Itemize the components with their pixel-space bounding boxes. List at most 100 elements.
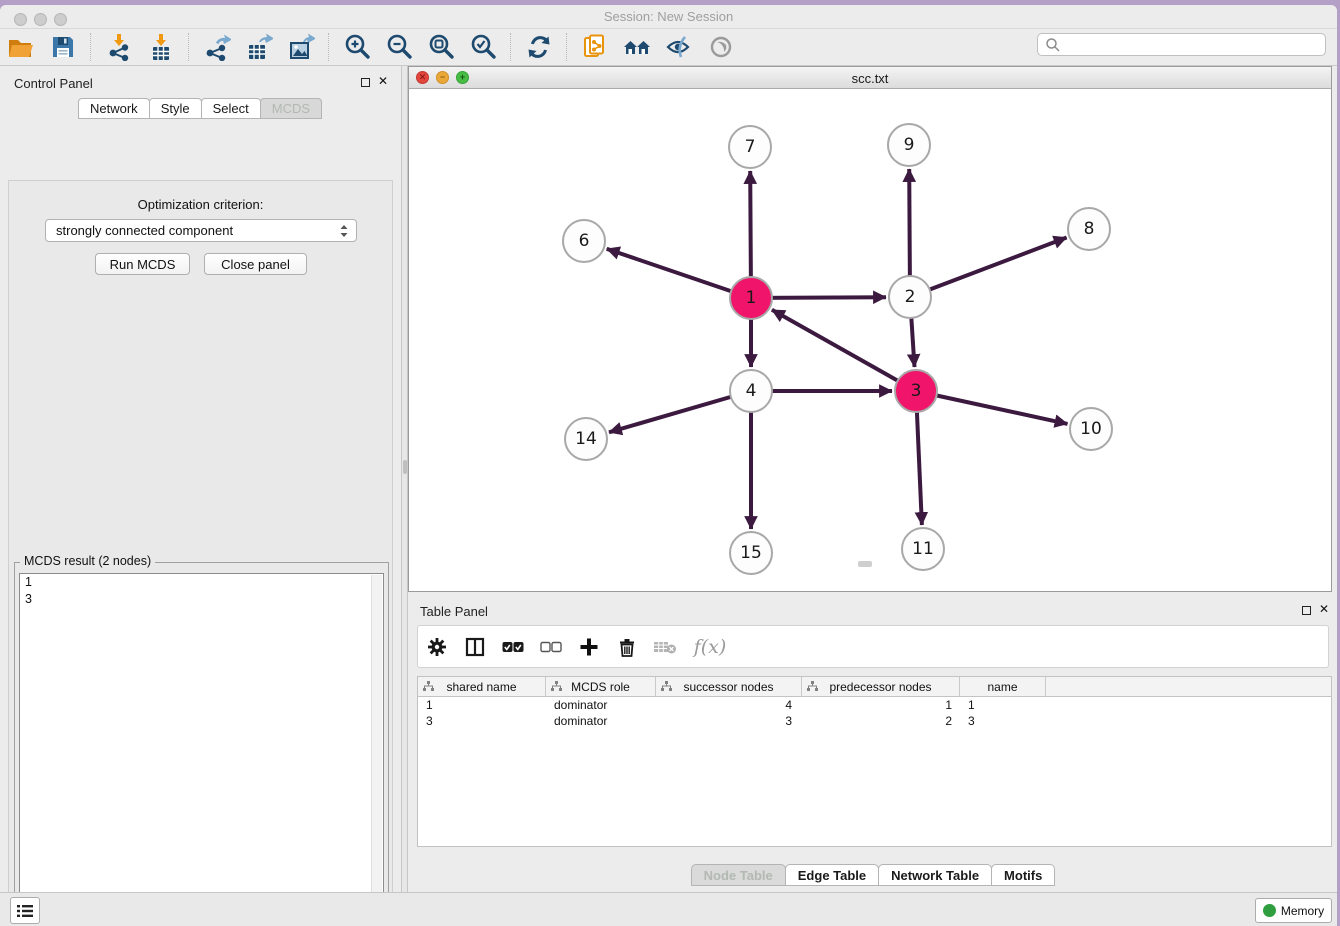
column-header-mcds-role[interactable]: MCDS role [546, 677, 656, 696]
graph-edge-3-1[interactable] [772, 310, 916, 391]
result-scrollbar[interactable] [371, 575, 382, 926]
clone-network-button[interactable] [580, 32, 610, 62]
zoom-selected-button[interactable] [468, 32, 498, 62]
column-header-predecessor-nodes[interactable]: predecessor nodes [802, 677, 960, 696]
table-settings-button[interactable] [424, 634, 450, 660]
horizontal-splitter-grip[interactable] [858, 561, 872, 567]
open-folder-icon [7, 33, 35, 61]
tab-motifs[interactable]: Motifs [991, 864, 1055, 886]
deselect-all-rows-button[interactable] [538, 634, 564, 660]
tab-node-table[interactable]: Node Table [691, 864, 786, 886]
export-network-button[interactable] [202, 32, 232, 62]
export-table-icon [245, 33, 273, 61]
refresh-button[interactable] [524, 32, 554, 62]
cell-successor-nodes: 4 [656, 698, 802, 712]
splitter-grip[interactable] [403, 460, 407, 474]
table-row[interactable]: 3 dominator 3 2 3 [418, 713, 1331, 729]
column-header-successor-nodes[interactable]: successor nodes [656, 677, 802, 696]
save-floppy-icon [50, 34, 76, 60]
table-row[interactable]: 1 dominator 4 1 1 [418, 697, 1331, 713]
toolbar-separator [188, 33, 190, 61]
column-header-shared-name[interactable]: shared name [418, 677, 546, 696]
run-mcds-button[interactable]: Run MCDS [95, 253, 190, 275]
column-visibility-button[interactable] [462, 634, 488, 660]
export-table-button[interactable] [244, 32, 274, 62]
gear-icon [427, 637, 447, 657]
mcds-result-group: MCDS result (2 nodes) 1 3 [14, 562, 389, 926]
mcds-result-list[interactable]: 1 3 [19, 573, 384, 926]
tree-icon [661, 681, 672, 692]
tab-network-table[interactable]: Network Table [878, 864, 992, 886]
delete-table-button[interactable] [652, 634, 678, 660]
memory-button[interactable]: Memory [1255, 898, 1332, 923]
cell-successor-nodes: 3 [656, 714, 802, 728]
export-image-button[interactable] [286, 32, 316, 62]
graph-edge-3-10[interactable] [916, 391, 1068, 424]
clone-network-icon [581, 33, 609, 61]
column-label: name [987, 680, 1017, 694]
cell-shared-name: 3 [418, 714, 546, 728]
close-panel-button[interactable]: Close panel [204, 253, 307, 275]
eye-slash-icon [665, 34, 693, 60]
graph-node-label-3: 3 [911, 381, 922, 401]
function-builder-button[interactable]: f(x) [690, 634, 730, 660]
graph-edge-2-8[interactable] [910, 238, 1067, 298]
close-panel-icon[interactable]: ✕ [378, 77, 388, 86]
tab-edge-table[interactable]: Edge Table [785, 864, 879, 886]
unchecked-boxes-icon [540, 641, 562, 653]
network-canvas[interactable]: 7968124314101511 [410, 89, 1331, 591]
task-history-button[interactable] [10, 897, 40, 924]
create-column-button[interactable] [576, 634, 602, 660]
column-label: shared name [446, 680, 516, 694]
graph-node-label-14: 14 [575, 429, 597, 449]
column-label: MCDS role [571, 680, 630, 694]
toolbar-separator [566, 33, 568, 61]
zoom-in-button[interactable] [342, 32, 372, 62]
float-panel-icon[interactable] [361, 78, 370, 87]
table-tabs: Node Table Edge Table Network Table Moti… [408, 864, 1337, 886]
graph-node-label-11: 11 [912, 539, 934, 559]
eye-icon [707, 34, 735, 60]
search-input[interactable] [1037, 33, 1326, 56]
graph-edge-4-14[interactable] [609, 391, 751, 432]
columns-icon [465, 637, 485, 657]
tab-mcds[interactable]: MCDS [260, 98, 322, 119]
save-session-button[interactable] [48, 32, 78, 62]
criterion-dropdown[interactable]: strongly connected component [45, 219, 357, 242]
show-panel-button[interactable] [706, 32, 736, 62]
control-panel-tabs: Network Style Select MCDS [78, 98, 321, 119]
select-all-rows-button[interactable] [500, 634, 526, 660]
mcds-panel: Optimization criterion: strongly connect… [8, 180, 393, 926]
node-table: shared name MCDS role successor nodes [417, 676, 1332, 847]
cell-shared-name: 1 [418, 698, 546, 712]
application-window: Session: New Session [0, 5, 1337, 926]
network-graph[interactable]: 7968124314101511 [410, 89, 1331, 591]
zoom-out-button[interactable] [384, 32, 414, 62]
mcds-result-title: MCDS result (2 nodes) [20, 554, 155, 568]
tab-style[interactable]: Style [149, 98, 202, 119]
network-window-titlebar[interactable]: ✕ − + scc.txt [409, 67, 1331, 89]
close-table-panel-icon[interactable]: ✕ [1319, 605, 1329, 614]
import-network-button[interactable] [104, 32, 134, 62]
zoom-fit-button[interactable] [426, 32, 456, 62]
graph-node-label-1: 1 [746, 288, 757, 308]
cell-name: 3 [960, 714, 1046, 728]
tab-select[interactable]: Select [201, 98, 261, 119]
graph-edge-1-6[interactable] [607, 249, 751, 298]
tab-network[interactable]: Network [78, 98, 150, 119]
hide-panel-button[interactable] [664, 32, 694, 62]
vertical-splitter[interactable] [401, 66, 408, 892]
trash-icon [618, 637, 636, 657]
show-all-networks-button[interactable] [622, 32, 652, 62]
search-icon [1045, 37, 1061, 53]
list-icon [16, 903, 34, 919]
delete-column-button[interactable] [614, 634, 640, 660]
export-image-icon [287, 33, 315, 61]
column-header-name[interactable]: name [960, 677, 1046, 696]
column-label: successor nodes [683, 680, 773, 694]
graph-node-label-2: 2 [905, 287, 916, 307]
open-session-button[interactable] [6, 32, 36, 62]
refresh-icon [526, 34, 552, 60]
float-table-panel-icon[interactable] [1302, 606, 1311, 615]
import-table-button[interactable] [146, 32, 176, 62]
